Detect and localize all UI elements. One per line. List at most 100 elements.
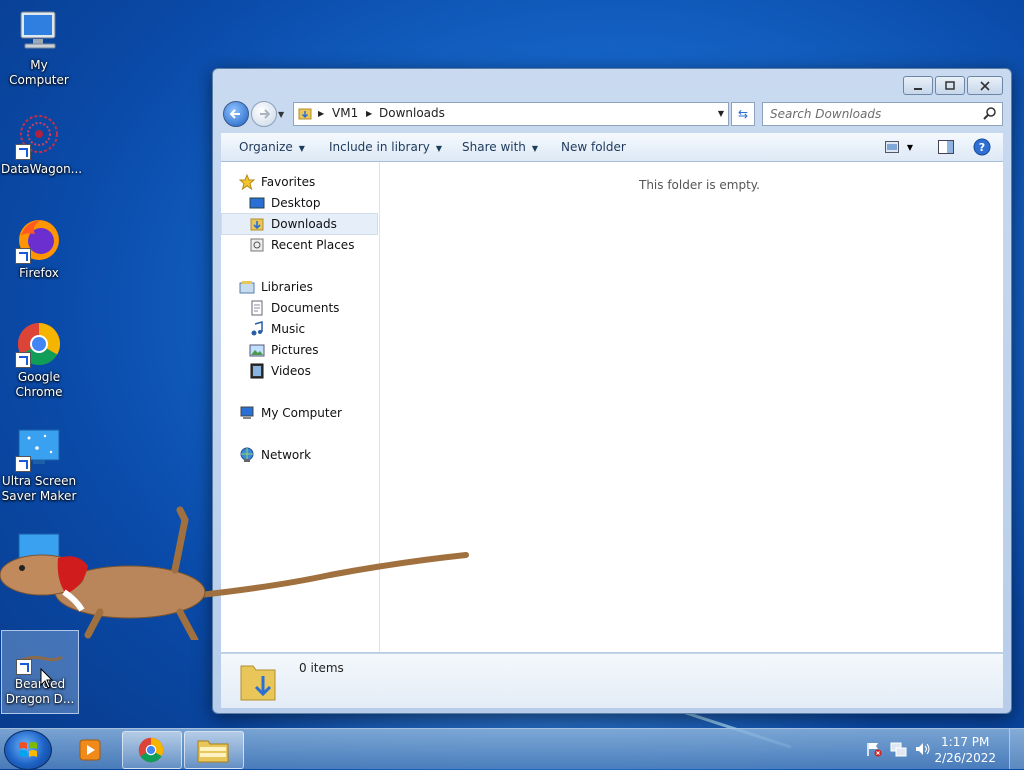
back-button[interactable] (223, 101, 249, 127)
change-view-button[interactable]: ▼ (881, 138, 917, 156)
new-folder-button[interactable]: New folder (561, 140, 626, 154)
nav-label: Desktop (271, 196, 321, 210)
desktop-icon-label: Google Chrome (15, 370, 63, 399)
refresh-button[interactable]: ⇆ (731, 102, 755, 126)
network-status-icon[interactable] (890, 741, 908, 757)
shortcut-arrow-icon (15, 352, 31, 368)
search-icon[interactable] (982, 106, 998, 122)
media-player-icon (79, 739, 101, 761)
nav-pictures[interactable]: Pictures (221, 340, 405, 360)
nav-libraries[interactable]: Libraries (221, 277, 395, 297)
breadcrumb-downloads[interactable]: Downloads (379, 106, 445, 120)
computer-icon (15, 8, 63, 56)
pictures-icon (249, 344, 265, 357)
breadcrumb-separator-icon[interactable]: ▶ (366, 109, 372, 118)
address-bar[interactable]: ▶ VM1 ▶ Downloads ▼ (293, 102, 729, 126)
nav-network[interactable]: Network (221, 445, 395, 465)
close-icon (980, 80, 990, 91)
desktop-icon-ultra-screen-saver-maker[interactable]: Ultra Screen Saver Maker (1, 424, 77, 504)
breadcrumb-vm1[interactable]: VM1 (332, 106, 358, 120)
nav-desktop[interactable]: Desktop (221, 193, 405, 213)
share-with-menu[interactable]: Share with ▼ (462, 140, 538, 154)
documents-icon (251, 300, 263, 316)
organize-menu[interactable]: Organize ▼ (239, 140, 305, 154)
chevron-down-icon: ▼ (531, 144, 539, 153)
volume-icon[interactable] (914, 741, 932, 757)
shortcut-arrow-icon (16, 659, 32, 675)
close-button[interactable] (967, 76, 1003, 95)
back-arrow-icon (230, 109, 240, 119)
nav-music[interactable]: Music (221, 319, 405, 339)
include-in-library-menu[interactable]: Include in library ▼ (329, 140, 442, 154)
desktop-icon-google-chrome[interactable]: Google Chrome (1, 320, 77, 400)
details-pane: 0 items (221, 653, 1003, 708)
maximize-icon (945, 80, 955, 90)
empty-folder-message: This folder is empty. (639, 178, 760, 192)
taskbar-explorer[interactable] (184, 731, 244, 769)
taskbar-media-player[interactable] (60, 731, 118, 767)
clock-time: 1:17 PM (941, 735, 990, 749)
chevron-down-icon: ▼ (906, 142, 914, 152)
forward-arrow-icon (260, 109, 270, 119)
navigation-bar: ▼ ▶ VM1 ▶ Downloads ▼ ⇆ Search Downloads (221, 101, 1003, 127)
desktop-icon-label: DataWagon... (1, 162, 83, 176)
forward-button[interactable] (251, 101, 277, 127)
search-placeholder: Search Downloads (770, 107, 882, 121)
address-dropdown-icon[interactable]: ▼ (718, 109, 724, 118)
nav-label: Downloads (271, 217, 337, 231)
maximize-button[interactable] (935, 76, 965, 95)
recent-places-icon (250, 238, 264, 252)
view-icon (884, 141, 899, 153)
nav-label: Libraries (261, 280, 313, 294)
recent-pages-dropdown[interactable]: ▼ (278, 110, 284, 119)
organize-label: Organize (239, 140, 293, 154)
nav-label: Documents (271, 301, 340, 315)
nav-favorites[interactable]: Favorites (221, 172, 395, 192)
mouse-cursor-icon (40, 668, 54, 689)
minimize-button[interactable] (903, 76, 933, 95)
desktop-icon-datawagon[interactable]: DataWagon... (1, 112, 83, 177)
nav-recent-places[interactable]: Recent Places (221, 235, 405, 255)
nav-videos[interactable]: Videos (221, 361, 405, 381)
downloads-folder-icon (298, 108, 312, 120)
taskbar: 1:17 PM 2/26/2022 (0, 728, 1024, 770)
datawagon-icon (15, 112, 63, 160)
nav-label: Pictures (271, 343, 319, 357)
breadcrumb-separator-icon[interactable]: ▶ (318, 109, 324, 118)
chrome-icon (15, 320, 63, 368)
start-button[interactable] (4, 730, 52, 770)
show-desktop-button[interactable] (1009, 729, 1024, 769)
desktop-icon-my-computer[interactable]: My Computer (1, 8, 77, 88)
share-with-label: Share with (462, 140, 526, 154)
nav-downloads[interactable]: Downloads (221, 213, 378, 235)
nav-label: My Computer (261, 406, 342, 420)
folder-icon (197, 740, 229, 763)
command-bar: Organize ▼ Include in library ▼ Share with… (221, 133, 1003, 162)
nav-label: Videos (271, 364, 311, 378)
search-box[interactable]: Search Downloads (762, 102, 1003, 126)
help-icon: ? (973, 138, 991, 156)
include-in-library-label: Include in library (329, 140, 430, 154)
nav-label: Favorites (261, 175, 316, 189)
desktop-icon-label: My Computer (9, 58, 69, 87)
downloads-icon (250, 218, 264, 231)
bearded-dragon-image (0, 506, 469, 640)
videos-icon (250, 363, 264, 379)
nav-documents[interactable]: Documents (221, 298, 405, 318)
action-center-flag-icon[interactable] (866, 741, 882, 757)
preview-pane-button[interactable] (937, 138, 955, 156)
screen-saver-maker-icon (15, 424, 63, 472)
nav-my-computer[interactable]: My Computer (221, 403, 395, 423)
desktop-icon-label: Firefox (19, 266, 59, 280)
refresh-icon: ⇆ (737, 107, 749, 121)
chevron-down-icon: ▼ (298, 144, 305, 153)
svg-text:?: ? (979, 141, 985, 154)
help-button[interactable]: ? (973, 138, 991, 156)
clock[interactable]: 1:17 PM 2/26/2022 (934, 734, 996, 766)
network-icon (240, 447, 254, 462)
minimize-icon (914, 87, 922, 90)
taskbar-chrome[interactable] (122, 731, 182, 769)
desktop-icon-firefox[interactable]: Firefox (1, 216, 77, 281)
desktop-icon (249, 197, 265, 209)
chrome-icon (138, 737, 164, 763)
